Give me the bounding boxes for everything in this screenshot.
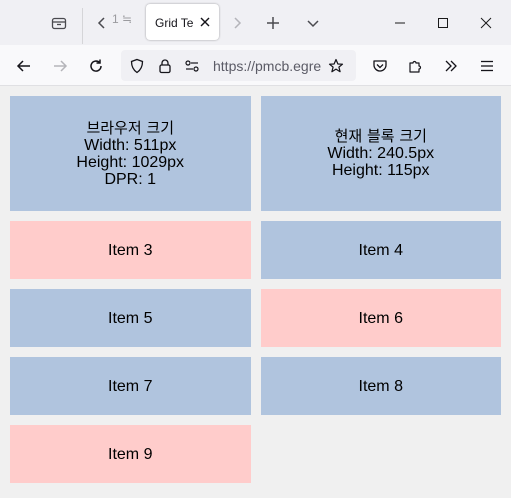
tab-separator (82, 8, 83, 44)
browser-width: Width: 511px (84, 136, 177, 154)
grid-item-7: Item 7 (10, 357, 251, 415)
close-window-icon[interactable] (466, 6, 506, 40)
page-content: 브라우저 크기 Width: 511px Height: 1029px DPR:… (0, 86, 511, 498)
url-bar[interactable]: https://pmcb.egre (121, 50, 356, 81)
grid-item-4: Item 4 (260, 221, 501, 279)
close-icon[interactable] (197, 14, 213, 30)
block-height: Height: 115px (331, 162, 430, 179)
url-text[interactable]: https://pmcb.egre (213, 58, 326, 74)
grid-container: 브라우저 크기 Width: 511px Height: 1029px DPR:… (10, 96, 501, 483)
grid-item-9: Item 9 (10, 425, 251, 483)
nav-bar: https://pmcb.egre (0, 45, 511, 86)
pocket-icon[interactable] (366, 52, 394, 80)
plus-icon[interactable] (258, 8, 288, 38)
permissions-icon[interactable] (183, 57, 201, 75)
grid-item-5: Item 5 (10, 289, 251, 347)
star-icon[interactable] (327, 57, 345, 75)
puzzle-icon[interactable] (401, 52, 429, 80)
tab-strip: 1 ≒ Grid Te (0, 0, 511, 45)
maximize-icon[interactable] (423, 6, 463, 40)
browser-size-panel: 브라우저 크기 Width: 511px Height: 1029px DPR:… (10, 96, 251, 211)
hamburger-icon[interactable] (473, 52, 501, 80)
chevron-right-icon[interactable] (224, 8, 250, 38)
browser-dpr: DPR: 1 (104, 170, 157, 188)
double-chevron-icon[interactable] (437, 52, 465, 80)
grid-item-8: Item 8 (260, 357, 501, 415)
grid-item-3: Item 3 (10, 221, 251, 279)
block-size-title: 현재 블록 크기 (334, 127, 427, 145)
tab-active-label: Grid Te (155, 16, 194, 30)
grid-item-6: Item 6 (260, 289, 501, 347)
arrow-right-icon[interactable] (46, 52, 74, 80)
block-width: Width: 240.5px (327, 145, 435, 162)
browser-height: Height: 1029px (76, 153, 185, 171)
tab-active[interactable]: Grid Te (146, 4, 219, 40)
block-size-panel: 현재 블록 크기 Width: 240.5px Height: 115px (260, 96, 501, 211)
minimize-icon[interactable] (380, 6, 420, 40)
tab-overview-icon[interactable] (43, 8, 75, 38)
chevron-down-icon[interactable] (298, 8, 328, 38)
browser-size-title: 브라우저 크기 (86, 118, 175, 137)
arrow-left-icon[interactable] (10, 52, 38, 80)
shield-icon[interactable] (128, 57, 146, 75)
reload-icon[interactable] (82, 52, 110, 80)
tab-inactive-label[interactable]: 1 ≒ (112, 12, 134, 26)
lock-icon[interactable] (156, 57, 174, 75)
